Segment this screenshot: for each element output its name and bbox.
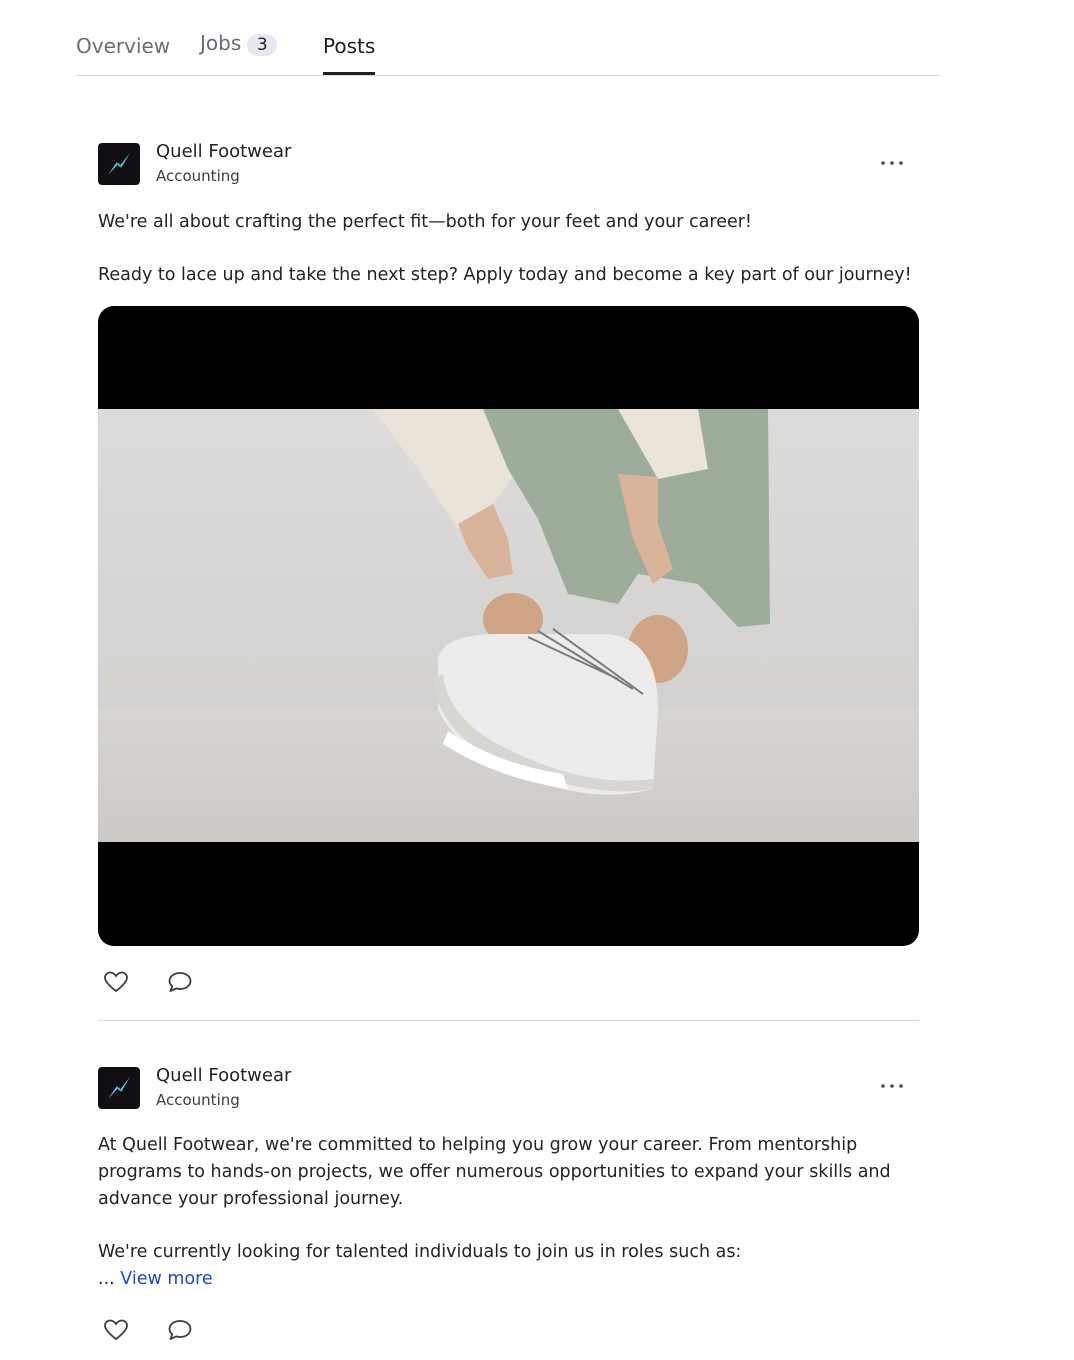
heart-icon	[104, 971, 128, 993]
post-body: We're all about crafting the perfect fit…	[98, 209, 919, 289]
company-industry: Accounting	[156, 1091, 240, 1109]
more-options-icon	[881, 1084, 903, 1088]
company-name[interactable]: Quell Footwear	[156, 1065, 291, 1086]
post-paragraph: We're currently looking for talented ind…	[98, 1242, 742, 1262]
shoe-lacing-image	[98, 409, 919, 842]
company-industry: Accounting	[156, 167, 240, 185]
ellipsis: ...	[98, 1269, 115, 1289]
comment-bubble-icon	[168, 1320, 192, 1340]
post-divider	[98, 1020, 919, 1021]
truncation-line: ... View more	[98, 1266, 919, 1293]
tab-jobs-label: Jobs	[200, 31, 242, 55]
more-options-button[interactable]	[879, 1076, 905, 1104]
active-tab-indicator	[323, 72, 376, 75]
post-paragraph: At Quell Footwear, we're committed to he…	[98, 1135, 891, 1209]
like-button[interactable]	[98, 1313, 134, 1347]
post-paragraph: We're all about crafting the perfect fit…	[98, 212, 752, 232]
lightning-bolt-icon	[108, 1077, 130, 1099]
post-body: At Quell Footwear, we're committed to he…	[98, 1132, 919, 1293]
tab-posts-label: Posts	[323, 34, 376, 58]
heart-icon	[104, 1319, 128, 1341]
more-options-button[interactable]	[879, 153, 905, 181]
tab-overview-label: Overview	[76, 34, 171, 58]
post-actions	[98, 965, 298, 999]
company-name[interactable]: Quell Footwear	[156, 141, 291, 162]
tab-jobs[interactable]: Jobs 3	[200, 31, 278, 56]
like-button[interactable]	[98, 965, 134, 999]
view-more-link[interactable]: View more	[120, 1269, 212, 1289]
tab-bar: Overview Jobs 3 Posts	[76, 0, 940, 76]
comment-button[interactable]	[162, 965, 198, 999]
more-options-icon	[881, 161, 903, 165]
company-logo[interactable]	[98, 1067, 140, 1109]
comment-button[interactable]	[162, 1313, 198, 1347]
post-actions	[98, 1313, 298, 1347]
video-frame	[98, 409, 919, 842]
tab-overview[interactable]: Overview	[76, 34, 170, 58]
post-paragraph: Ready to lace up and take the next step?…	[98, 265, 912, 285]
company-logo[interactable]	[98, 143, 140, 185]
comment-bubble-icon	[168, 972, 192, 992]
lightning-bolt-icon	[108, 153, 130, 175]
video-player[interactable]	[98, 306, 919, 946]
jobs-count-badge: 3	[247, 34, 278, 56]
tab-posts[interactable]: Posts	[323, 34, 376, 75]
